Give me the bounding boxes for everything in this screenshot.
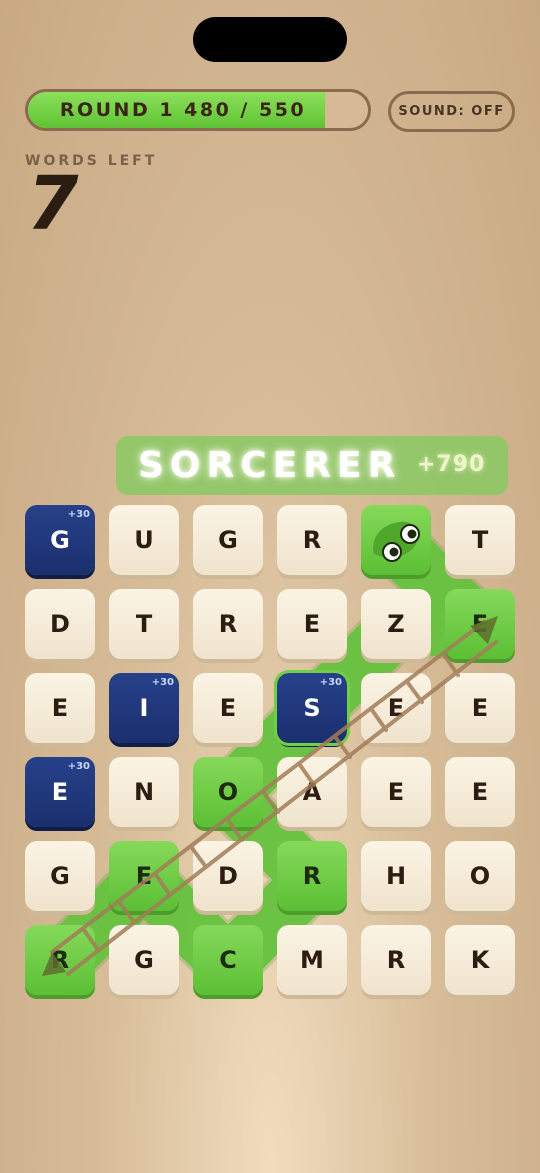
tile-letter: A (302, 778, 322, 806)
current-word: SORCERER (138, 444, 402, 486)
tile-letter: E (471, 694, 489, 722)
tile-r4-c1[interactable]: E +30 (25, 757, 95, 827)
tile-r4-c3[interactable]: O (193, 757, 263, 827)
tile-r3-c2[interactable]: I +30 (109, 673, 179, 743)
tile-r1-c4[interactable]: R (277, 505, 347, 575)
tile-letter: O (469, 862, 491, 890)
tile-r1-c3[interactable]: G (193, 505, 263, 575)
tile-letter: G (50, 526, 70, 554)
ladder-overlay (42, 616, 498, 976)
tile-letter: E (387, 778, 405, 806)
device-notch (193, 17, 347, 62)
tile-letter: R (386, 946, 406, 974)
tile-letter: E (51, 694, 69, 722)
tile-r4-c5[interactable]: E (361, 757, 431, 827)
tile-r2-c4[interactable]: E (277, 589, 347, 659)
tile-letter: H (385, 862, 407, 890)
round-progress-bar: ROUND 1 480 / 550 (25, 89, 371, 131)
tile-r3-c1[interactable]: E (25, 673, 95, 743)
tile-letter: E (471, 610, 489, 638)
tile-letter: N (133, 778, 155, 806)
current-word-score: +790 (417, 452, 486, 477)
tile-r6-c4[interactable]: M (277, 925, 347, 995)
tile-letter: T (471, 526, 489, 554)
tile-letter: R (302, 862, 322, 890)
tile-letter: E (219, 694, 237, 722)
tile-letter: K (470, 946, 490, 974)
tile-r6-c6[interactable]: K (445, 925, 515, 995)
tile-r6-c3[interactable]: C (193, 925, 263, 995)
tile-r3-c6[interactable]: E (445, 673, 515, 743)
tile-r6-c2[interactable]: G (109, 925, 179, 995)
tile-letter: E (135, 862, 153, 890)
sound-toggle-button[interactable]: SOUND: OFF (388, 91, 515, 132)
tile-r2-c5[interactable]: Z (361, 589, 431, 659)
tile-bonus-badge: +30 (319, 677, 342, 688)
tile-letter: T (135, 610, 153, 638)
tile-r5-c2[interactable]: E (109, 841, 179, 911)
tile-letter: G (50, 862, 70, 890)
tile-r4-c4[interactable]: A (277, 757, 347, 827)
tile-letter: R (50, 946, 70, 974)
tile-letter: R (302, 526, 322, 554)
snake-body-path (29, 513, 511, 995)
tile-r3-c4[interactable]: S +30 (274, 670, 350, 746)
round-progress-label: ROUND 1 480 / 550 (59, 99, 307, 121)
tile-r5-c3[interactable]: D (193, 841, 263, 911)
tile-letter: G (134, 946, 154, 974)
tile-letter: Z (387, 610, 405, 638)
tile-r1-c2[interactable]: U (109, 505, 179, 575)
tile-r3-c3[interactable]: E (193, 673, 263, 743)
tile-letter: R (218, 610, 238, 638)
tile-letter: U (134, 526, 154, 554)
tile-bonus-badge: +30 (151, 677, 174, 688)
tile-letter: E (303, 610, 321, 638)
tile-bonus-badge: +30 (67, 761, 90, 772)
tile-r6-c1[interactable]: R (25, 925, 95, 995)
tile-letter: I (139, 694, 149, 722)
tile-r1-c6[interactable]: T (445, 505, 515, 575)
snake-head-icon (373, 521, 420, 562)
tile-r5-c1[interactable]: G (25, 841, 95, 911)
tile-r2-c6[interactable]: E (445, 589, 515, 659)
tile-r4-c6[interactable]: E (445, 757, 515, 827)
tile-letter: C (219, 946, 237, 974)
tile-r5-c4[interactable]: R (277, 841, 347, 911)
tile-r2-c1[interactable]: D (25, 589, 95, 659)
tile-letter: S (303, 694, 321, 722)
tile-r2-c2[interactable]: T (109, 589, 179, 659)
tile-bonus-badge: +30 (67, 509, 90, 520)
tile-letter: M (300, 946, 324, 974)
tile-letter: O (217, 778, 239, 806)
tile-r1-c5[interactable] (361, 505, 431, 575)
tile-r5-c6[interactable]: O (445, 841, 515, 911)
tile-r6-c5[interactable]: R (361, 925, 431, 995)
tile-r2-c3[interactable]: R (193, 589, 263, 659)
tile-r3-c5[interactable]: E (361, 673, 431, 743)
tile-r5-c5[interactable]: H (361, 841, 431, 911)
tile-letter: G (218, 526, 238, 554)
tile-letter: E (387, 694, 405, 722)
tile-r1-c1[interactable]: G +30 (25, 505, 95, 575)
tile-r4-c2[interactable]: N (109, 757, 179, 827)
words-left-count: 7 (27, 161, 79, 247)
tile-letter: D (218, 862, 238, 890)
tile-letter: D (50, 610, 70, 638)
tile-letter: E (51, 778, 69, 806)
tile-letter: E (471, 778, 489, 806)
